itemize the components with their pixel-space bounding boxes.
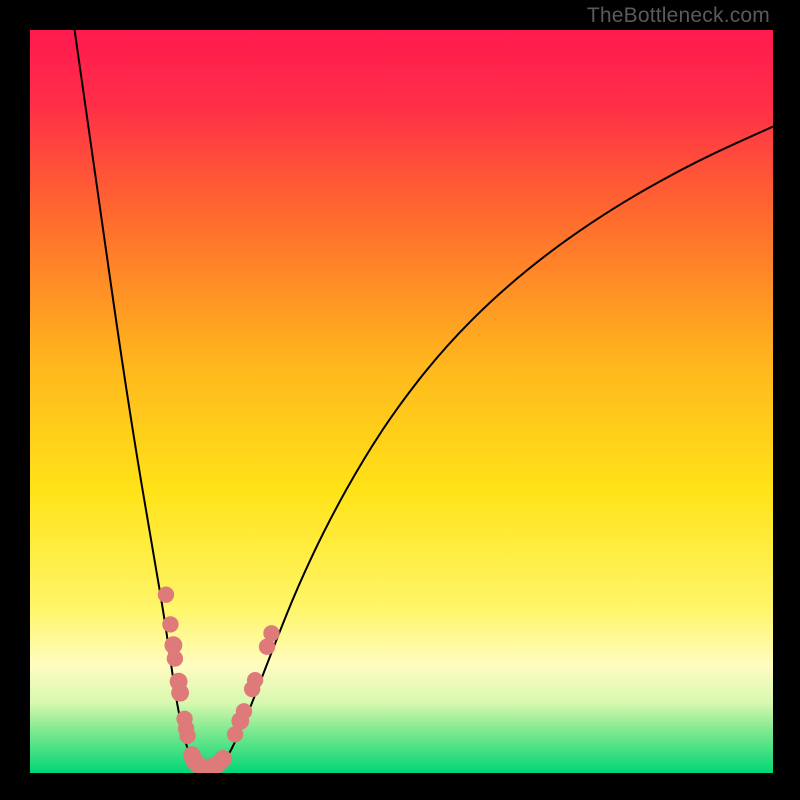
marker-dot xyxy=(179,728,195,744)
marker-dot xyxy=(236,703,252,719)
chart-frame: TheBottleneck.com xyxy=(0,0,800,800)
marker-dot xyxy=(167,650,183,666)
marker-dot xyxy=(158,587,174,603)
plot-area xyxy=(30,30,773,773)
watermark-text: TheBottleneck.com xyxy=(587,4,770,28)
marker-dot xyxy=(263,625,279,641)
marker-dot xyxy=(171,684,189,702)
marker-dot xyxy=(214,750,232,768)
marker-dot xyxy=(162,616,178,632)
marker-dots xyxy=(158,587,280,773)
curve-layer xyxy=(30,30,773,773)
marker-dot xyxy=(247,672,263,688)
